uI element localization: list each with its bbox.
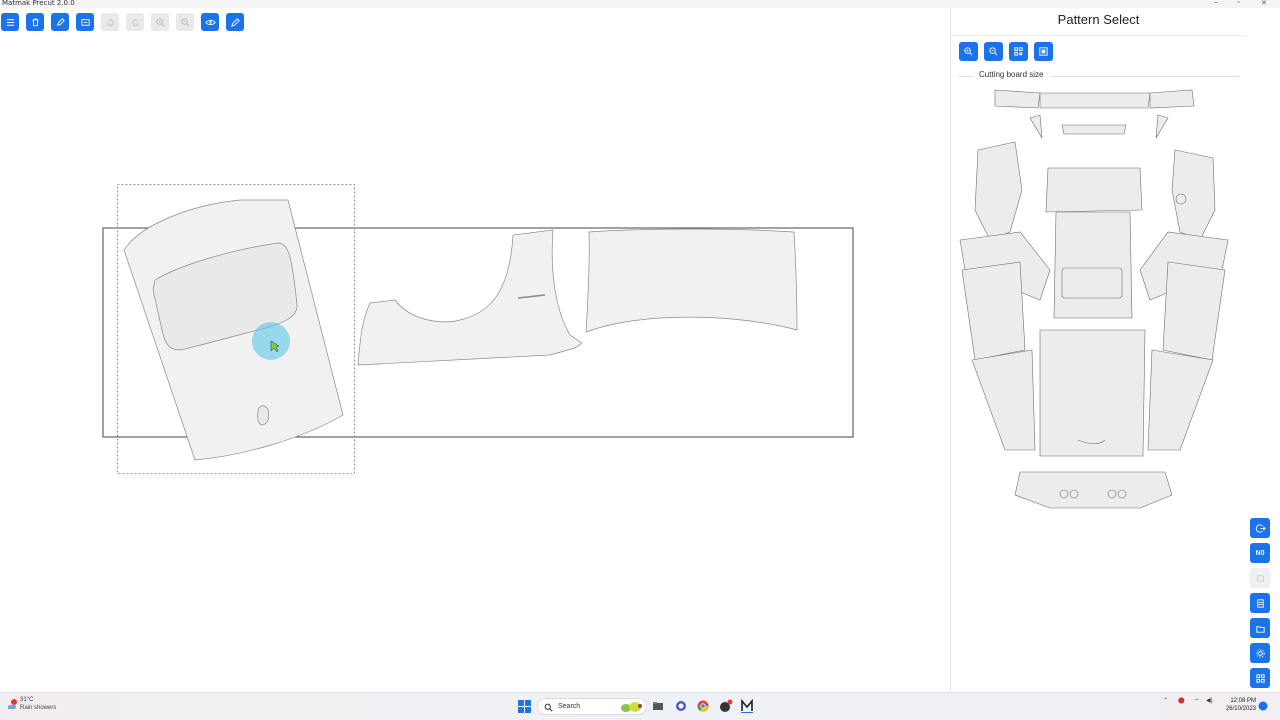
document-button[interactable] xyxy=(1250,593,1270,613)
folder-icon xyxy=(1255,625,1265,633)
preview-piece-mirror-left[interactable] xyxy=(1029,114,1043,139)
redo-icon xyxy=(131,19,139,26)
clock-time: 12:08 PM xyxy=(1230,698,1256,704)
eye-icon xyxy=(204,19,216,25)
chevron-up-icon[interactable]: ⌃ xyxy=(1163,697,1168,704)
panel-zoom-out-button[interactable] xyxy=(984,42,1003,61)
preview-piece-windshield-right[interactable] xyxy=(1149,89,1195,109)
search-icon xyxy=(544,703,553,712)
undo-icon xyxy=(106,19,114,26)
search-highlight-icon xyxy=(621,702,642,712)
window-title: Matmak Precut 2.0.0 xyxy=(2,0,75,7)
pen-tool-button[interactable] xyxy=(51,13,69,31)
menu-icon xyxy=(6,18,14,26)
preview-piece-wiper-strip[interactable] xyxy=(1061,124,1127,135)
preview-piece-mirror-right[interactable] xyxy=(1155,114,1169,139)
close-icon[interactable]: ✕ xyxy=(1261,0,1267,7)
preview-piece-quarter-left[interactable] xyxy=(971,349,1036,451)
file-explorer-icon[interactable] xyxy=(652,700,664,712)
panel-title: Pattern Select xyxy=(951,10,1246,36)
weather-condition: Rain showers xyxy=(20,705,57,711)
clock-date: 26/10/2023 xyxy=(1225,706,1256,712)
number-button[interactable]: N0 xyxy=(1250,543,1270,563)
car-pattern-preview[interactable] xyxy=(956,86,1234,516)
preview-piece-bumper[interactable] xyxy=(1014,471,1173,509)
disabled-icon xyxy=(1256,574,1264,582)
preview-piece-quarter-right[interactable] xyxy=(1147,349,1214,451)
cutting-canvas[interactable] xyxy=(0,8,950,692)
maximize-icon[interactable]: ▫ xyxy=(1237,0,1239,6)
delete-button[interactable] xyxy=(26,13,44,31)
wifi-icon[interactable]: ⌔ xyxy=(1194,697,1200,705)
apps-icon xyxy=(1255,673,1265,683)
section-line-left xyxy=(959,76,973,77)
taskbar-clock[interactable]: 12:08 PM 26/10/2023 xyxy=(1222,697,1256,713)
board-icon xyxy=(80,18,90,26)
disabled-action-button[interactable] xyxy=(1250,568,1270,588)
zoom-in-icon xyxy=(964,47,973,56)
logout-icon xyxy=(1255,523,1266,533)
taskbar-search[interactable]: Search xyxy=(537,698,647,715)
grid-layout-icon xyxy=(1014,47,1023,56)
grid-layout-button[interactable] xyxy=(1009,42,1028,61)
preview-button[interactable] xyxy=(201,13,219,31)
apps-button[interactable] xyxy=(1250,668,1270,688)
open-folder-button[interactable] xyxy=(1250,618,1270,638)
select-all-button[interactable] xyxy=(1034,42,1053,61)
security-tray-icon[interactable]: ⬤ xyxy=(1178,697,1185,704)
number-button-label: N0 xyxy=(1255,549,1265,557)
redo-button[interactable] xyxy=(126,13,144,31)
rain-cloud-icon xyxy=(8,699,17,709)
preview-piece-door-left-rear[interactable] xyxy=(961,261,1026,361)
minimize-icon[interactable]: – xyxy=(1214,0,1218,6)
preview-piece-windshield-top[interactable] xyxy=(1039,92,1151,109)
pattern-piece-roof[interactable] xyxy=(585,228,798,333)
windows-start-icon[interactable] xyxy=(518,700,531,713)
zoom-out-icon xyxy=(989,47,998,56)
preview-piece-hood[interactable] xyxy=(1039,329,1146,457)
pen-icon xyxy=(56,17,65,26)
title-bar: Matmak Precut 2.0.0 – ▫ ✕ xyxy=(0,0,1280,8)
zoom-out-button[interactable] xyxy=(176,13,194,31)
pattern-piece-fender[interactable] xyxy=(357,229,583,366)
os-taskbar: 31°C Rain showers Search ⌃ ⬤ ⌔ ◀) 12:08 … xyxy=(0,692,1280,720)
volume-icon[interactable]: ◀) xyxy=(1206,697,1213,704)
preview-piece-front-fender-left[interactable] xyxy=(974,141,1023,241)
preview-piece-windshield-left[interactable] xyxy=(994,89,1041,109)
zoom-in-icon xyxy=(155,17,164,26)
search-label: Search xyxy=(558,703,581,710)
panel-zoom-in-button[interactable] xyxy=(959,42,978,61)
chrome-icon[interactable] xyxy=(697,700,709,712)
edit-button[interactable] xyxy=(226,13,244,31)
settings-icon xyxy=(1255,648,1265,658)
matmak-app-icon[interactable] xyxy=(740,699,754,713)
menu-button[interactable] xyxy=(1,13,19,31)
notification-badge-icon[interactable] xyxy=(1258,701,1268,711)
cutting-board-size-section: Cutting board size xyxy=(959,70,1239,82)
select-all-icon xyxy=(1039,47,1048,56)
cutting-board-size-label: Cutting board size xyxy=(977,70,1046,79)
preview-piece-hood-top[interactable] xyxy=(1045,167,1143,213)
preview-piece-roof[interactable] xyxy=(1053,211,1133,319)
zoom-out-icon xyxy=(180,17,189,26)
document-icon xyxy=(1256,598,1264,608)
undo-button[interactable] xyxy=(101,13,119,31)
settings-button[interactable] xyxy=(1250,643,1270,663)
section-line-right xyxy=(1051,76,1239,77)
zoom-in-button[interactable] xyxy=(151,13,169,31)
preview-piece-door-right-rear[interactable] xyxy=(1162,261,1226,361)
edit-icon xyxy=(230,17,240,27)
weather-temp: 31°C xyxy=(20,697,34,703)
logout-button[interactable] xyxy=(1250,518,1270,538)
app-notification-icon[interactable] xyxy=(719,699,733,713)
board-button[interactable] xyxy=(76,13,94,31)
pattern-piece-hood-notch xyxy=(257,405,270,426)
trash-icon xyxy=(32,17,38,26)
chat-icon[interactable] xyxy=(675,700,687,712)
